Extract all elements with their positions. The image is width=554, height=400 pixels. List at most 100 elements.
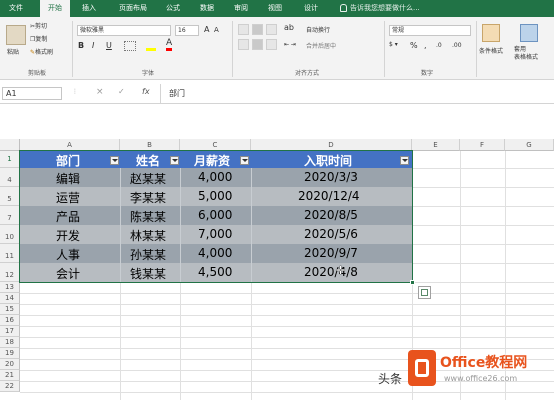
group-divider — [232, 21, 233, 77]
paste-icon[interactable] — [6, 25, 26, 45]
row-header[interactable]: 22 — [0, 381, 20, 392]
row-header[interactable]: 18 — [0, 337, 20, 348]
fill-color-icon[interactable] — [146, 41, 156, 51]
selection-border — [19, 150, 413, 283]
group-divider — [384, 21, 385, 77]
format-as-table-button[interactable]: 套用 表格格式 — [514, 46, 538, 62]
bold-button[interactable]: B — [78, 41, 84, 50]
orientation-icon[interactable]: ab — [284, 23, 294, 32]
font-name-select[interactable]: 微软雅黑 — [77, 25, 171, 36]
row-header[interactable]: 14 — [0, 293, 20, 304]
gridline — [20, 315, 554, 316]
align-middle-icon[interactable] — [252, 24, 263, 35]
tab-view[interactable]: 视图 — [262, 0, 288, 17]
gridline — [20, 348, 554, 349]
enter-icon[interactable]: ✓ — [118, 87, 125, 96]
watermark-url: www.office26.com — [444, 374, 518, 383]
decrease-font-icon[interactable]: A — [214, 26, 219, 34]
row-header[interactable]: 11 — [0, 244, 20, 263]
insert-function-icon[interactable]: fx — [142, 87, 150, 96]
number-group-label: 数字 — [420, 70, 433, 77]
row-header[interactable]: 19 — [0, 348, 20, 359]
quick-analysis-button[interactable] — [418, 286, 431, 299]
cursor-icon: ✛ — [336, 264, 346, 277]
number-format-select[interactable]: 常规 — [389, 25, 471, 36]
format-painter-button[interactable]: ✎格式刷 — [30, 47, 53, 56]
more-icon: ⋮ — [72, 88, 78, 95]
alignment-group-label: 对齐方式 — [294, 70, 319, 77]
office-logo-icon — [408, 350, 436, 386]
tab-page-layout[interactable]: 页面布局 — [110, 0, 156, 17]
formula-bar: A1 ⋮ × ✓ fx 部门 — [0, 84, 554, 104]
indent-icon[interactable]: ⇤ ⇥ — [284, 41, 296, 48]
tell-me-search[interactable]: 告诉我您想要做什么... — [340, 0, 420, 17]
row-header[interactable]: 17 — [0, 326, 20, 337]
gridline — [20, 337, 554, 338]
align-left-icon[interactable] — [238, 39, 249, 50]
font-color-icon[interactable]: A — [166, 39, 173, 51]
group-divider — [72, 21, 73, 77]
row-header[interactable]: 16 — [0, 315, 20, 326]
comma-button[interactable]: , — [424, 41, 427, 50]
conditional-format-button[interactable]: 条件格式 — [479, 46, 503, 55]
border-icon[interactable] — [124, 41, 136, 51]
increase-decimal-icon[interactable]: .0 — [436, 42, 442, 49]
cancel-icon[interactable]: × — [96, 87, 104, 97]
tab-formulas[interactable]: 公式 — [160, 0, 186, 17]
formula-input[interactable]: 部门 — [160, 84, 554, 104]
column-header[interactable]: E — [412, 139, 460, 151]
gridline — [20, 293, 554, 294]
currency-icon[interactable]: $ ▾ — [389, 41, 398, 48]
ribbon-tab-bar: 文件 开始 插入 页面布局 公式 数据 审阅 视图 设计 告诉我您想要做什么..… — [0, 0, 554, 17]
increase-font-icon[interactable]: A — [204, 25, 209, 34]
row-header[interactable]: 20 — [0, 359, 20, 370]
watermark-prefix: 头条 — [378, 372, 403, 386]
column-header[interactable]: F — [460, 139, 505, 151]
tab-home[interactable]: 开始 — [40, 0, 70, 17]
align-center-icon[interactable] — [252, 39, 263, 50]
gridline — [20, 392, 554, 393]
select-all-corner[interactable] — [0, 139, 20, 151]
tell-me-text: 告诉我您想要做什么... — [350, 4, 420, 12]
row-header[interactable]: 7 — [0, 206, 20, 225]
cut-button[interactable]: ✂剪切 — [30, 21, 47, 30]
format-as-table-icon[interactable] — [520, 24, 538, 42]
paste-button[interactable]: 粘贴 — [7, 47, 19, 56]
tab-data[interactable]: 数据 — [194, 0, 220, 17]
row-header[interactable]: 5 — [0, 187, 20, 206]
align-top-icon[interactable] — [238, 24, 249, 35]
formula-bar-expanded-area — [0, 104, 554, 139]
tab-file[interactable]: 文件 — [4, 0, 28, 17]
gridline — [20, 304, 554, 305]
align-right-icon[interactable] — [266, 39, 277, 50]
office-logo-ring — [415, 359, 429, 377]
quick-analysis-icon — [421, 289, 428, 296]
italic-button[interactable]: I — [92, 41, 94, 50]
merge-center-button[interactable]: 合并后居中 — [306, 41, 336, 50]
tab-insert[interactable]: 插入 — [76, 0, 102, 17]
font-group-label: 字体 — [141, 70, 154, 77]
tab-review[interactable]: 审阅 — [228, 0, 254, 17]
row-header[interactable]: 13 — [0, 282, 20, 293]
font-size-select[interactable]: 16 — [175, 25, 199, 36]
name-box[interactable]: A1 — [2, 87, 62, 100]
conditional-format-icon[interactable] — [482, 24, 500, 42]
fill-handle[interactable] — [410, 280, 415, 285]
decrease-decimal-icon[interactable]: .00 — [452, 42, 462, 49]
tab-design[interactable]: 设计 — [296, 0, 326, 17]
copy-button[interactable]: ❐复制 — [30, 34, 47, 43]
gridline — [20, 326, 554, 327]
align-bottom-icon[interactable] — [266, 24, 277, 35]
ribbon: 粘贴 ✂剪切 ❐复制 ✎格式刷 剪贴板 微软雅黑 16 A A B I U A … — [0, 17, 554, 80]
row-header[interactable]: 12 — [0, 263, 20, 282]
underline-button[interactable]: U — [106, 41, 112, 50]
row-header[interactable]: 10 — [0, 225, 20, 244]
column-header[interactable]: G — [505, 139, 554, 151]
row-header[interactable]: 4 — [0, 168, 20, 187]
percent-button[interactable]: % — [410, 41, 418, 50]
formula-content: 部门 — [169, 89, 185, 98]
row-header[interactable]: 1 — [0, 151, 20, 168]
wrap-text-button[interactable]: 自动换行 — [306, 25, 330, 34]
row-header[interactable]: 21 — [0, 370, 20, 381]
row-header[interactable]: 15 — [0, 304, 20, 315]
